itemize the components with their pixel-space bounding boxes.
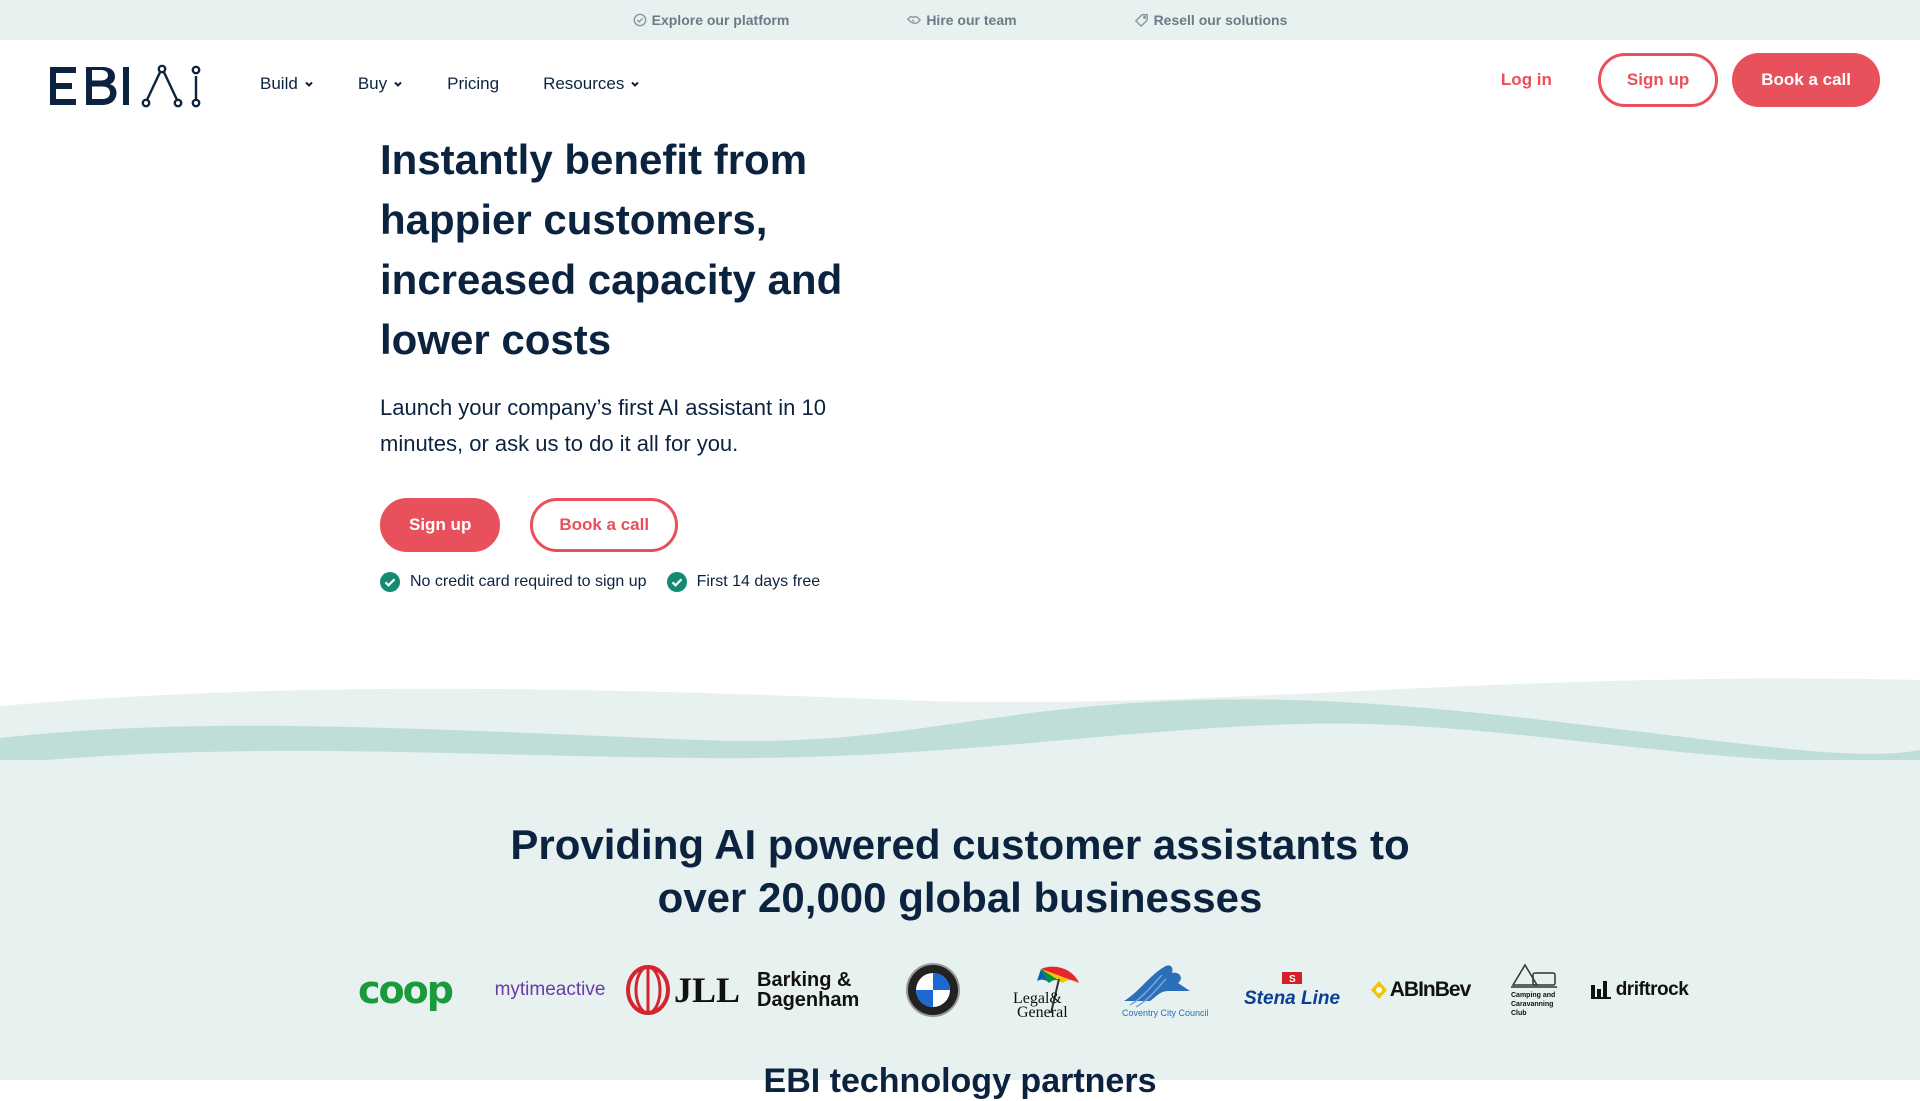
nav-item-pricing[interactable]: Pricing bbox=[447, 74, 499, 94]
camping-caravanning-logo: Camping and Caravanning Club bbox=[1484, 960, 1584, 1020]
nav-item-build[interactable]: Build bbox=[260, 74, 314, 94]
check-circle-icon bbox=[633, 13, 647, 27]
topbar-link-resell[interactable]: Resell our solutions bbox=[1134, 12, 1288, 28]
chevron-down-icon bbox=[305, 81, 313, 87]
nav-item-resources[interactable]: Resources bbox=[543, 74, 640, 94]
nav-item-label: Pricing bbox=[447, 74, 500, 93]
check-item: First 14 days free bbox=[666, 572, 821, 592]
logo-text: coop bbox=[358, 968, 454, 1012]
nav-item-label: Buy bbox=[357, 74, 388, 93]
ebi-ai-logo[interactable] bbox=[50, 64, 210, 108]
svg-text:Club: Club bbox=[1511, 1010, 1527, 1017]
svg-text:Stena Line: Stena Line bbox=[1244, 988, 1341, 1009]
umbrella-icon: Legal& General bbox=[1013, 966, 1079, 1019]
bmw-logo bbox=[878, 960, 988, 1020]
abinbev-logo: ABInBev bbox=[1356, 960, 1484, 1020]
clients-section: Providing AI powered customer assistants… bbox=[0, 760, 1920, 1100]
nav-item-label: Build bbox=[260, 74, 298, 93]
nav-menu: Build Buy Pricing Resources bbox=[260, 40, 640, 128]
mytimeactive-logo: mytimeactive bbox=[480, 960, 620, 1020]
clients-heading-text: Providing AI powered customer assistants… bbox=[510, 821, 1410, 921]
stena-line-mark-icon: S Stena Line bbox=[1244, 972, 1341, 1009]
top-bar: Explore our platform Hire our team Resel… bbox=[0, 0, 1920, 40]
svg-text:Coventry City Council: Coventry City Council bbox=[1122, 1008, 1209, 1018]
hero-signup-button[interactable]: Sign up bbox=[380, 498, 501, 552]
logo-text: JLL bbox=[673, 970, 741, 1010]
abinbev-mark-icon bbox=[1370, 981, 1387, 999]
check-item: No credit card required to sign up bbox=[380, 572, 647, 592]
logo-text: ABInBev bbox=[1389, 978, 1472, 1001]
svg-text:S: S bbox=[1289, 974, 1296, 985]
nav-actions: Log in Sign up Book a call bbox=[1469, 53, 1880, 107]
clients-heading: Providing AI powered customer assistants… bbox=[0, 818, 1920, 924]
nav-item-label: Resources bbox=[543, 74, 625, 93]
topbar-link-hire[interactable]: Hire our team bbox=[907, 12, 1017, 28]
coventry-logo: Coventry City Council bbox=[1104, 960, 1228, 1020]
svg-text:General: General bbox=[1017, 1004, 1068, 1019]
driftrock-bars-icon bbox=[1590, 981, 1611, 999]
logo-text: driftrock bbox=[1615, 979, 1689, 1000]
topbar-label: Resell our solutions bbox=[1153, 12, 1288, 28]
topbar-label: Hire our team bbox=[926, 12, 1017, 28]
nav-item-buy[interactable]: Buy bbox=[358, 74, 403, 94]
jll-emblem-icon bbox=[625, 965, 670, 1015]
coop-logo: coop bbox=[330, 960, 480, 1020]
client-logos: coop mytimeactive JLL Barking & Dagenham bbox=[330, 960, 1694, 1020]
check-label: First 14 days free bbox=[696, 573, 821, 590]
svg-text:Camping and: Camping and bbox=[1511, 992, 1555, 999]
nav-book-call-button[interactable]: Book a call bbox=[1732, 53, 1880, 107]
login-link[interactable]: Log in bbox=[1469, 70, 1584, 90]
hero-title: Instantly benefit from happier customers… bbox=[380, 136, 843, 363]
nav-signup-button[interactable]: Sign up bbox=[1597, 53, 1719, 107]
hero-book-call-button[interactable]: Book a call bbox=[530, 498, 679, 552]
tag-icon bbox=[1134, 14, 1148, 27]
camping-club-emblem-icon: Camping and Caravanning Club bbox=[1511, 963, 1557, 1017]
check-circle-icon bbox=[666, 572, 687, 592]
chevron-down-icon bbox=[394, 81, 402, 87]
logo-text: mytimeactive bbox=[494, 979, 606, 1000]
stena-line-logo: S Stena Line bbox=[1228, 960, 1356, 1020]
hero-section: Instantly benefit from happier customers… bbox=[380, 130, 900, 592]
handshake-icon bbox=[907, 15, 922, 25]
hero-checks: No credit card required to sign up First… bbox=[380, 572, 900, 592]
bmw-roundel-icon bbox=[906, 963, 960, 1017]
coventry-emblem-icon: Coventry City Council bbox=[1122, 965, 1209, 1018]
partners-heading: EBI technology partners bbox=[763, 1062, 1157, 1100]
driftrock-logo: driftrock bbox=[1584, 960, 1694, 1020]
topbar-link-explore[interactable]: Explore our platform bbox=[633, 12, 790, 28]
check-label: No credit card required to sign up bbox=[410, 573, 647, 590]
chevron-down-icon bbox=[631, 81, 640, 87]
barking-dagenham-logo: Barking & Dagenham bbox=[746, 960, 878, 1020]
topbar-label: Explore our platform bbox=[651, 12, 790, 28]
main-nav: Build Buy Pricing Resources Log in Sign … bbox=[0, 40, 1920, 128]
hero-ctas: Sign up Book a call bbox=[380, 498, 900, 552]
jll-logo: JLL bbox=[620, 960, 746, 1020]
hero-subtitle: Launch your company’s first AI assistant… bbox=[380, 395, 826, 456]
logo-text: Barking & Dagenham bbox=[757, 969, 860, 1011]
check-circle-icon bbox=[380, 572, 400, 592]
svg-text:Caravanning: Caravanning bbox=[1511, 1001, 1553, 1008]
legal-general-logo: Legal& General bbox=[988, 960, 1104, 1020]
